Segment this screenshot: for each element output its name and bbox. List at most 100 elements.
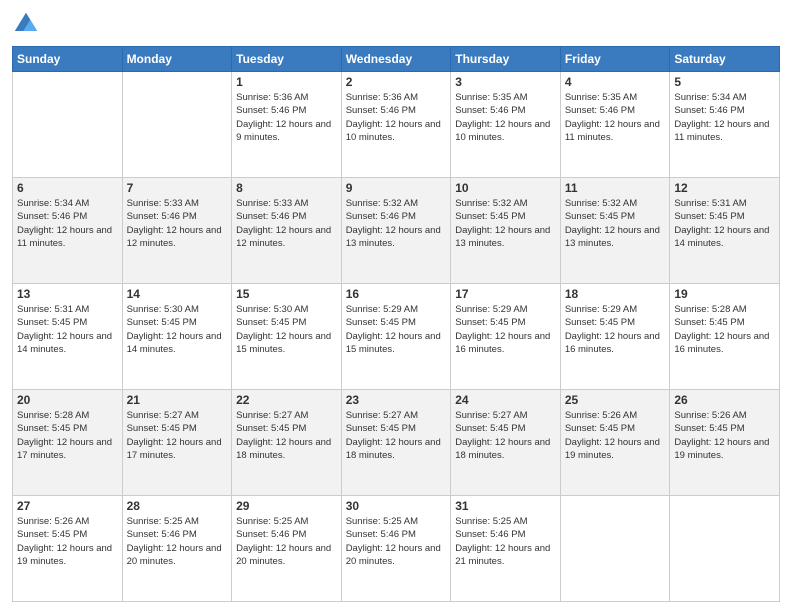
day-info: Sunrise: 5:31 AM Sunset: 5:45 PM Dayligh… [674,197,775,250]
day-info: Sunrise: 5:29 AM Sunset: 5:45 PM Dayligh… [346,303,447,356]
day-number: 30 [346,499,447,513]
day-info: Sunrise: 5:26 AM Sunset: 5:45 PM Dayligh… [674,409,775,462]
day-number: 11 [565,181,666,195]
day-number: 3 [455,75,556,89]
day-number: 9 [346,181,447,195]
day-info: Sunrise: 5:32 AM Sunset: 5:45 PM Dayligh… [565,197,666,250]
day-number: 14 [127,287,228,301]
calendar-cell: 2 Sunrise: 5:36 AM Sunset: 5:46 PM Daylig… [341,72,451,178]
day-info: Sunrise: 5:33 AM Sunset: 5:46 PM Dayligh… [127,197,228,250]
calendar-cell [13,72,123,178]
day-number: 23 [346,393,447,407]
weekday-header-friday: Friday [560,47,670,72]
day-number: 8 [236,181,337,195]
calendar-cell: 6Sunrise: 5:34 AM Sunset: 5:46 PM Daylig… [13,178,123,284]
calendar-table: SundayMondayTuesdayWednesdayThursdayFrid… [12,46,780,602]
day-info: Sunrise: 5:25 AM Sunset: 5:46 PM Dayligh… [236,515,337,568]
calendar-cell: 3 Sunrise: 5:35 AM Sunset: 5:46 PM Daylig… [451,72,561,178]
calendar-cell: 8 Sunrise: 5:33 AM Sunset: 5:46 PM Daylig… [232,178,342,284]
day-number: 6 [17,181,118,195]
calendar-week-row: 6Sunrise: 5:34 AM Sunset: 5:46 PM Daylig… [13,178,780,284]
page: SundayMondayTuesdayWednesdayThursdayFrid… [0,0,792,612]
calendar-week-row: 27 Sunrise: 5:26 AM Sunset: 5:45 PM Dayli… [13,496,780,602]
calendar-cell: 10 Sunrise: 5:32 AM Sunset: 5:45 PM Dayli… [451,178,561,284]
calendar-cell: 16 Sunrise: 5:29 AM Sunset: 5:45 PM Dayli… [341,284,451,390]
weekday-header-sunday: Sunday [13,47,123,72]
day-number: 4 [565,75,666,89]
weekday-header-monday: Monday [122,47,232,72]
calendar-cell: 29 Sunrise: 5:25 AM Sunset: 5:46 PM Dayli… [232,496,342,602]
day-info: Sunrise: 5:30 AM Sunset: 5:45 PM Dayligh… [236,303,337,356]
logo-icon [12,10,40,38]
day-number: 27 [17,499,118,513]
day-info: Sunrise: 5:30 AM Sunset: 5:45 PM Dayligh… [127,303,228,356]
day-info: Sunrise: 5:32 AM Sunset: 5:46 PM Dayligh… [346,197,447,250]
day-number: 25 [565,393,666,407]
day-info: Sunrise: 5:27 AM Sunset: 5:45 PM Dayligh… [346,409,447,462]
weekday-header-tuesday: Tuesday [232,47,342,72]
calendar-cell: 7 Sunrise: 5:33 AM Sunset: 5:46 PM Daylig… [122,178,232,284]
calendar-cell: 30Sunrise: 5:25 AM Sunset: 5:46 PM Dayli… [341,496,451,602]
day-info: Sunrise: 5:27 AM Sunset: 5:45 PM Dayligh… [455,409,556,462]
day-number: 20 [17,393,118,407]
day-info: Sunrise: 5:36 AM Sunset: 5:46 PM Dayligh… [346,91,447,144]
calendar-week-row: 20Sunrise: 5:28 AM Sunset: 5:45 PM Dayli… [13,390,780,496]
day-number: 15 [236,287,337,301]
day-info: Sunrise: 5:26 AM Sunset: 5:45 PM Dayligh… [17,515,118,568]
calendar-cell [670,496,780,602]
calendar-cell: 4 Sunrise: 5:35 AM Sunset: 5:46 PM Daylig… [560,72,670,178]
calendar-cell: 20Sunrise: 5:28 AM Sunset: 5:45 PM Dayli… [13,390,123,496]
calendar-cell: 9 Sunrise: 5:32 AM Sunset: 5:46 PM Daylig… [341,178,451,284]
day-number: 29 [236,499,337,513]
day-info: Sunrise: 5:29 AM Sunset: 5:45 PM Dayligh… [565,303,666,356]
day-info: Sunrise: 5:35 AM Sunset: 5:46 PM Dayligh… [455,91,556,144]
day-number: 2 [346,75,447,89]
calendar-cell: 27 Sunrise: 5:26 AM Sunset: 5:45 PM Dayli… [13,496,123,602]
calendar-cell: 25 Sunrise: 5:26 AM Sunset: 5:45 PM Dayli… [560,390,670,496]
calendar-cell: 21 Sunrise: 5:27 AM Sunset: 5:45 PM Dayli… [122,390,232,496]
day-number: 21 [127,393,228,407]
day-number: 19 [674,287,775,301]
calendar-cell [122,72,232,178]
day-number: 17 [455,287,556,301]
day-info: Sunrise: 5:35 AM Sunset: 5:46 PM Dayligh… [565,91,666,144]
calendar-cell: 15 Sunrise: 5:30 AM Sunset: 5:45 PM Dayli… [232,284,342,390]
calendar-cell: 13 Sunrise: 5:31 AM Sunset: 5:45 PM Dayli… [13,284,123,390]
day-number: 10 [455,181,556,195]
day-number: 26 [674,393,775,407]
calendar-cell: 19 Sunrise: 5:28 AM Sunset: 5:45 PM Dayli… [670,284,780,390]
calendar-cell: 12Sunrise: 5:31 AM Sunset: 5:45 PM Dayli… [670,178,780,284]
calendar-cell: 24 Sunrise: 5:27 AM Sunset: 5:45 PM Dayli… [451,390,561,496]
day-info: Sunrise: 5:32 AM Sunset: 5:45 PM Dayligh… [455,197,556,250]
calendar-cell: 18 Sunrise: 5:29 AM Sunset: 5:45 PM Dayli… [560,284,670,390]
day-number: 1 [236,75,337,89]
calendar-cell [560,496,670,602]
day-number: 22 [236,393,337,407]
calendar-cell: 31Sunrise: 5:25 AM Sunset: 5:46 PM Dayli… [451,496,561,602]
day-info: Sunrise: 5:33 AM Sunset: 5:46 PM Dayligh… [236,197,337,250]
day-info: Sunrise: 5:26 AM Sunset: 5:45 PM Dayligh… [565,409,666,462]
calendar-week-row: 1 Sunrise: 5:36 AM Sunset: 5:46 PM Daylig… [13,72,780,178]
day-number: 13 [17,287,118,301]
day-number: 24 [455,393,556,407]
calendar-cell: 14 Sunrise: 5:30 AM Sunset: 5:45 PM Dayli… [122,284,232,390]
header [12,10,780,38]
day-info: Sunrise: 5:28 AM Sunset: 5:45 PM Dayligh… [674,303,775,356]
day-number: 18 [565,287,666,301]
day-info: Sunrise: 5:27 AM Sunset: 5:45 PM Dayligh… [127,409,228,462]
day-number: 31 [455,499,556,513]
calendar-week-row: 13 Sunrise: 5:31 AM Sunset: 5:45 PM Dayli… [13,284,780,390]
day-info: Sunrise: 5:36 AM Sunset: 5:46 PM Dayligh… [236,91,337,144]
calendar-cell: 22Sunrise: 5:27 AM Sunset: 5:45 PM Dayli… [232,390,342,496]
weekday-header-thursday: Thursday [451,47,561,72]
day-info: Sunrise: 5:29 AM Sunset: 5:45 PM Dayligh… [455,303,556,356]
day-number: 7 [127,181,228,195]
calendar-cell: 1 Sunrise: 5:36 AM Sunset: 5:46 PM Daylig… [232,72,342,178]
calendar-cell: 23 Sunrise: 5:27 AM Sunset: 5:45 PM Dayli… [341,390,451,496]
weekday-header-saturday: Saturday [670,47,780,72]
day-info: Sunrise: 5:31 AM Sunset: 5:45 PM Dayligh… [17,303,118,356]
calendar-cell: 17 Sunrise: 5:29 AM Sunset: 5:45 PM Dayli… [451,284,561,390]
day-number: 28 [127,499,228,513]
logo [12,10,44,38]
day-number: 16 [346,287,447,301]
